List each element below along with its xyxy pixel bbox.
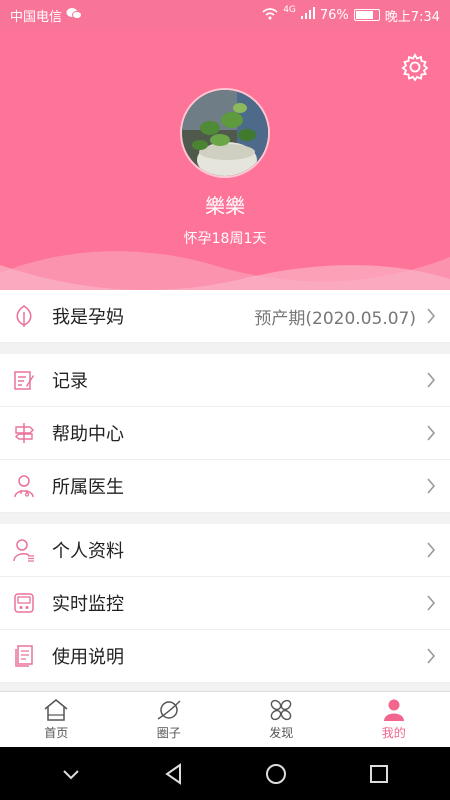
chevron-right-icon	[427, 595, 436, 611]
section-divider	[0, 343, 450, 354]
system-nav-bar	[0, 747, 450, 800]
menu-label: 个人资料	[52, 541, 124, 562]
monitor-device-icon	[12, 591, 36, 615]
menu-item-manual[interactable]: 使用说明	[0, 630, 450, 683]
chevron-down-icon[interactable]	[58, 761, 84, 787]
menu-label: 实时监控	[52, 594, 124, 615]
home-circle-icon[interactable]	[263, 761, 289, 787]
tab-discover[interactable]: 发现	[225, 692, 338, 747]
menu-item-help[interactable]: 帮助中心	[0, 407, 450, 460]
home-icon	[44, 699, 68, 721]
tab-label: 我的	[381, 726, 406, 740]
tab-label: 首页	[44, 726, 69, 740]
menu-list: 我是孕妈 预产期(2020.05.07) 记录 帮助中心 所属医生 个人资料 实…	[0, 290, 450, 683]
chevron-right-icon	[427, 542, 436, 558]
profile-header: 樂樂 怀孕18周1天	[0, 30, 450, 305]
user-icon	[383, 699, 404, 721]
menu-item-monitoring[interactable]: 实时监控	[0, 577, 450, 630]
nickname: 樂樂	[205, 194, 245, 218]
battery-percent: 76%	[319, 7, 349, 23]
menu-label: 记录	[52, 371, 88, 392]
network-type: 4G	[283, 5, 296, 15]
due-date-value: 预产期(2020.05.07)	[254, 308, 416, 329]
chevron-right-icon	[427, 425, 436, 441]
clock-time: 晚上7:34	[384, 9, 440, 25]
settings-gear-icon[interactable]	[400, 52, 430, 82]
tab-label: 圈子	[156, 726, 181, 740]
section-divider	[0, 513, 450, 524]
menu-item-records[interactable]: 记录	[0, 354, 450, 407]
carrier-text: 中国电信	[10, 9, 63, 25]
menu-item-personal-info[interactable]: 个人资料	[0, 524, 450, 577]
wifi-icon	[262, 7, 278, 24]
wechat-icon	[66, 7, 83, 24]
chevron-right-icon	[427, 372, 436, 388]
bottom-tab-bar: 首页 圈子 发现 我的	[0, 691, 450, 747]
leaf-icon	[12, 304, 36, 328]
menu-label: 使用说明	[52, 647, 124, 668]
recent-apps-icon[interactable]	[366, 761, 392, 787]
menu-item-pregnant[interactable]: 我是孕妈 预产期(2020.05.07)	[0, 290, 450, 343]
menu-label: 所属医生	[52, 477, 124, 498]
document-icon	[12, 644, 36, 668]
user-profile-icon	[12, 538, 36, 562]
chevron-right-icon	[427, 308, 436, 324]
back-triangle-icon[interactable]	[161, 761, 187, 787]
battery-icon	[353, 9, 380, 21]
menu-item-doctor[interactable]: 所属医生	[0, 460, 450, 513]
planet-icon	[157, 700, 181, 720]
doctor-icon	[12, 474, 36, 498]
tab-label: 发现	[269, 726, 294, 740]
discover-icon	[270, 699, 292, 721]
pregnancy-status: 怀孕18周1天	[183, 231, 267, 247]
notepad-icon	[12, 368, 36, 392]
chevron-right-icon	[427, 648, 436, 664]
chevron-right-icon	[427, 478, 436, 494]
signal-icon	[300, 7, 315, 23]
status-bar: 中国电信 4G 76% 晚上7:34	[0, 0, 450, 30]
tab-home[interactable]: 首页	[0, 692, 113, 747]
tab-circle[interactable]: 圈子	[113, 692, 226, 747]
signpost-icon	[12, 421, 36, 445]
avatar[interactable]	[180, 88, 270, 178]
tab-mine[interactable]: 我的	[338, 692, 450, 747]
menu-label: 帮助中心	[52, 424, 124, 445]
menu-label: 我是孕妈	[52, 307, 124, 328]
